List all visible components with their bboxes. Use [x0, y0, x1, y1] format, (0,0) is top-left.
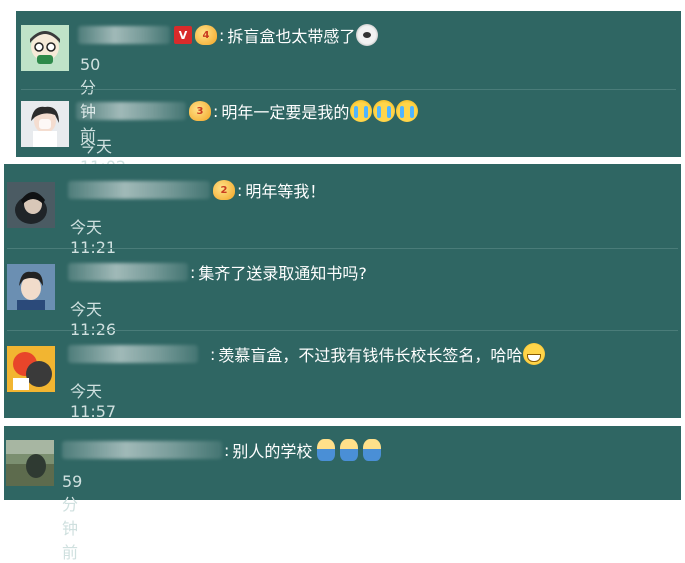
level-badge: 3: [189, 101, 211, 121]
comment-line: : 别人的学校: [62, 438, 382, 462]
comment-time: 今天 11:26: [70, 300, 117, 339]
level-badge: 2: [213, 180, 235, 200]
username-blurred[interactable]: [68, 345, 198, 363]
avatar[interactable]: [7, 264, 55, 310]
username-blurred[interactable]: [76, 102, 186, 120]
username-blurred[interactable]: [78, 26, 170, 44]
comment-text: 羡慕盲盒，不过我有钱伟长校长签名，哈哈: [218, 346, 523, 365]
cry-icon: [373, 100, 396, 122]
divider: [21, 89, 676, 90]
comment-time: 今天 11:21: [70, 218, 117, 257]
avatar[interactable]: [21, 101, 69, 147]
doll-icon: [340, 439, 359, 461]
comment-line: 2 : 明年等我！: [68, 178, 325, 202]
comment-time: 今天 11:57: [70, 382, 117, 421]
comment-text: 集齐了送录取通知书吗?: [198, 264, 367, 283]
cry-icon: [396, 100, 419, 122]
username-blurred[interactable]: [68, 181, 210, 199]
verified-badge: V: [174, 26, 192, 44]
avatar[interactable]: [7, 346, 55, 392]
divider: [7, 248, 678, 249]
avatar[interactable]: [21, 25, 69, 71]
level-badge: 4: [195, 25, 217, 45]
comment-text: 别人的学校: [232, 442, 313, 461]
comment-card-2: 2 : 明年等我！ 今天 11:21 : 集齐了送录取通知书吗? 今天 11:2…: [4, 164, 681, 421]
avatar[interactable]: [7, 182, 55, 228]
comment-line: 3 : 明年一定要是我的: [76, 99, 419, 123]
username-blurred[interactable]: [68, 263, 188, 281]
comment-text: 拆盲盒也太带感了: [227, 27, 356, 46]
comment-text: 明年等我！: [245, 182, 326, 201]
comment-line: V 4 : 拆盲盒也太带感了: [78, 23, 379, 47]
comment-card-3: : 别人的学校 59分钟前: [4, 426, 681, 562]
divider: [7, 330, 678, 331]
username-blurred[interactable]: [62, 441, 222, 459]
comment-text: 明年一定要是我的: [221, 103, 350, 122]
grin-icon: [523, 343, 546, 365]
comment-line: : 集齐了送录取通知书吗?: [68, 260, 367, 284]
cry-icon: [350, 100, 373, 122]
comment-card-1: V 4 : 拆盲盒也太带感了 50分钟前 3 : 明年一定要是我的: [16, 11, 681, 176]
comment-line: : 羡慕盲盒，不过我有钱伟长校长签名，哈哈: [68, 342, 546, 366]
face-icon: [356, 24, 379, 46]
avatar[interactable]: [6, 440, 54, 486]
doll-icon: [363, 439, 382, 461]
doll-icon: [317, 439, 336, 461]
comment-time: 59分钟前: [62, 472, 83, 562]
